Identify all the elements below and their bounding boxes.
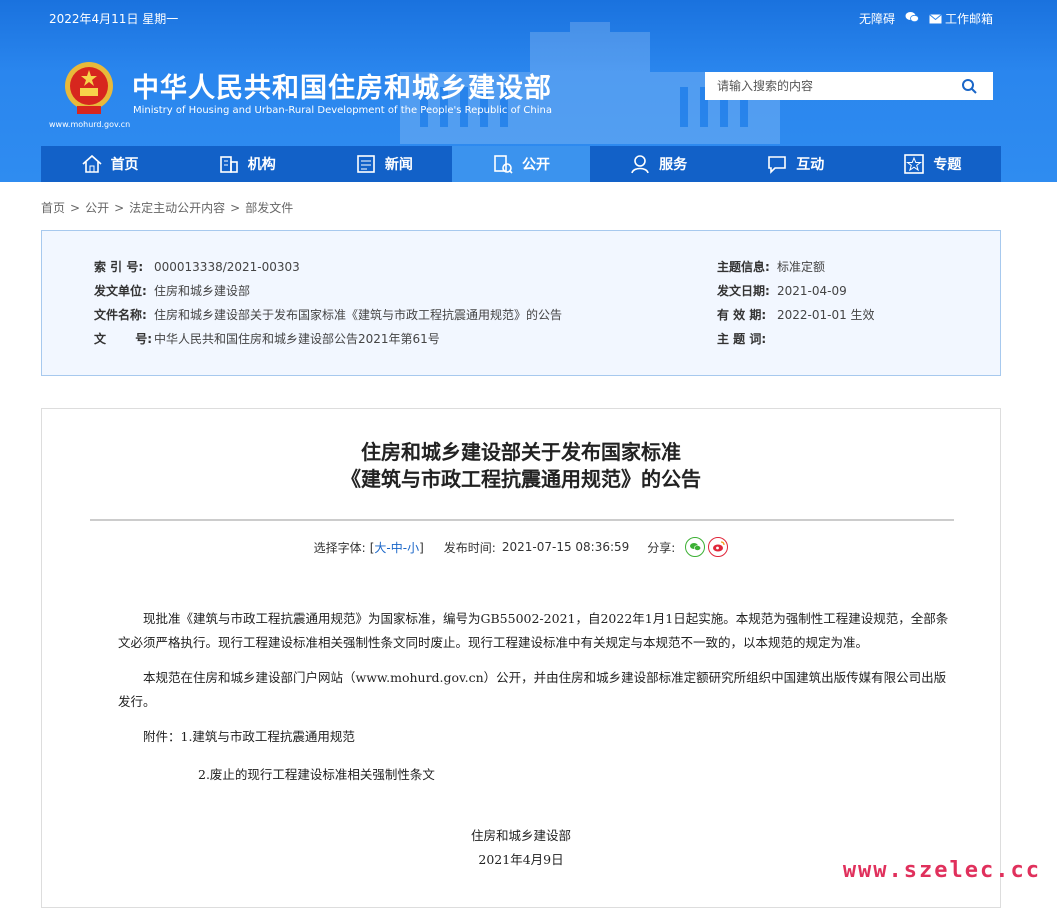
nav-item-public[interactable]: 公开 — [452, 146, 589, 182]
wechat-icon[interactable] — [905, 11, 919, 26]
nav-label: 机构 — [248, 154, 276, 174]
share-label: 分享: — [647, 539, 675, 556]
meta-topic: 主题信息:标准定额 — [717, 258, 825, 275]
search-icon[interactable] — [961, 78, 977, 94]
font-medium-link[interactable]: 中 — [391, 541, 403, 555]
meta-name: 文件名称:住房和城乡建设部关于发布国家标准《建筑与市政工程抗震通用规范》的公告 — [94, 306, 562, 323]
article-title: 住房和城乡建设部关于发布国家标准 《建筑与市政工程抗震通用规范》的公告 — [42, 439, 1000, 493]
mail-label: 工作邮箱 — [945, 10, 993, 27]
watermark: www.szelec.cc — [843, 858, 1041, 883]
meta-topic-value: 标准定额 — [777, 260, 825, 274]
font-small-link[interactable]: 小 — [407, 541, 419, 555]
attachment-item: 2.废止的现行工程建设标准相关强制性条文 — [118, 763, 954, 787]
article-info-bar: 选择字体:[大-中-小] 发布时间: 2021-07-15 08:36:59 分… — [42, 537, 1000, 557]
breadcrumb-home[interactable]: 首页 — [41, 201, 65, 215]
nav-label: 专题 — [933, 154, 961, 174]
breadcrumb-department-docs[interactable]: 部发文件 — [245, 201, 293, 215]
breadcrumb-separator: > — [114, 201, 124, 215]
title-divider — [90, 519, 954, 521]
nav-item-org[interactable]: 机构 — [178, 146, 315, 182]
nav-item-home[interactable]: 首页 — [41, 146, 178, 182]
meta-date-label: 发文日期: — [717, 282, 777, 299]
document-meta-box: 索 引 号:000013338/2021-00303 发文单位:住房和城乡建设部… — [41, 230, 1001, 376]
mail-icon — [929, 14, 942, 24]
chat-icon — [766, 153, 788, 175]
nav-label: 新闻 — [385, 154, 413, 174]
article-title-line2: 《建筑与市政工程抗震通用规范》的公告 — [42, 466, 1000, 493]
meta-date-value: 2021-04-09 — [777, 284, 847, 298]
meta-docnum-value: 中华人民共和国住房和城乡建设部公告2021年第61号 — [154, 332, 440, 346]
font-size-selector: 选择字体:[大-中-小] — [314, 539, 424, 556]
meta-valid-label: 有 效 期: — [717, 306, 777, 323]
meta-index-label: 索 引 号: — [94, 258, 154, 275]
meta-valid-value: 2022-01-01 生效 — [777, 308, 875, 322]
site-title[interactable]: 中华人民共和国住房和城乡建设部 — [132, 66, 552, 105]
signature-org: 住房和城乡建设部 — [42, 825, 1000, 844]
mail-link[interactable]: 工作邮箱 — [929, 10, 993, 27]
meta-name-value: 住房和城乡建设部关于发布国家标准《建筑与市政工程抗震通用规范》的公告 — [154, 308, 562, 322]
nav-label: 公开 — [522, 154, 550, 174]
nav-label: 互动 — [796, 154, 824, 174]
nav-item-service[interactable]: 服务 — [590, 146, 727, 182]
font-size-label: 选择字体: — [314, 541, 366, 555]
search-box — [705, 72, 993, 100]
breadcrumb-public[interactable]: 公开 — [85, 201, 109, 215]
breadcrumb-separator: > — [70, 201, 80, 215]
site-header: 2022年4月11日 星期一 无障碍 工作邮箱 www.mohurd.gov.c… — [0, 0, 1057, 182]
building-icon — [218, 153, 240, 175]
article-body: 现批准《建筑与市政工程抗震通用规范》为国家标准，编号为GB55002-2021，… — [118, 607, 954, 798]
accessibility-link[interactable]: 无障碍 — [859, 10, 895, 27]
nav-item-topic[interactable]: 专题 — [864, 146, 1001, 182]
top-bar: 2022年4月11日 星期一 无障碍 工作邮箱 — [49, 10, 993, 28]
font-large-link[interactable]: 大 — [374, 541, 386, 555]
site-subtitle: Ministry of Housing and Urban-Rural Deve… — [133, 105, 552, 116]
nav-label: 首页 — [111, 154, 139, 174]
meta-docnum-label: 文 号: — [94, 330, 154, 347]
breadcrumb-separator: > — [230, 201, 240, 215]
publish-time-label: 发布时间: — [444, 539, 496, 556]
meta-date: 发文日期:2021-04-09 — [717, 282, 847, 299]
site-url: www.mohurd.gov.cn — [49, 120, 130, 129]
breadcrumb-statutory[interactable]: 法定主动公开内容 — [129, 201, 225, 215]
current-date: 2022年4月11日 星期一 — [49, 10, 178, 27]
meta-keyword: 主 题 词: — [717, 330, 777, 347]
meta-name-label: 文件名称: — [94, 306, 154, 323]
publish-time-value: 2021-07-15 08:36:59 — [502, 540, 629, 554]
meta-keyword-label: 主 题 词: — [717, 330, 777, 347]
font-bracket-close: ] — [419, 541, 424, 555]
main-nav: 首页 机构 新闻 公开 服务 互动 专题 — [41, 146, 1001, 182]
article-title-line1: 住房和城乡建设部关于发布国家标准 — [42, 439, 1000, 466]
nav-item-interact[interactable]: 互动 — [727, 146, 864, 182]
nav-item-news[interactable]: 新闻 — [315, 146, 452, 182]
article-paragraph: 现批准《建筑与市政工程抗震通用规范》为国家标准，编号为GB55002-2021，… — [118, 607, 954, 655]
article-paragraph: 本规范在住房和城乡建设部门户网站（www.mohurd.gov.cn）公开，并由… — [118, 666, 954, 714]
article-container: 住房和城乡建设部关于发布国家标准 《建筑与市政工程抗震通用规范》的公告 选择字体… — [41, 408, 1001, 908]
meta-docnum: 文 号:中华人民共和国住房和城乡建设部公告2021年第61号 — [94, 330, 440, 347]
meta-unit: 发文单位:住房和城乡建设部 — [94, 282, 250, 299]
news-icon — [355, 153, 377, 175]
wechat-share-icon[interactable] — [685, 537, 705, 557]
national-emblem-icon[interactable] — [63, 60, 115, 116]
meta-unit-label: 发文单位: — [94, 282, 154, 299]
home-icon — [81, 153, 103, 175]
attachment-item: 附件：1.建筑与市政工程抗震通用规范 — [118, 725, 954, 749]
meta-index-value: 000013338/2021-00303 — [154, 260, 300, 274]
meta-index: 索 引 号:000013338/2021-00303 — [94, 258, 300, 275]
document-icon — [492, 153, 514, 175]
weibo-share-icon[interactable] — [708, 537, 728, 557]
meta-topic-label: 主题信息: — [717, 258, 777, 275]
breadcrumb: 首页 > 公开 > 法定主动公开内容 > 部发文件 — [41, 199, 293, 216]
service-icon — [629, 153, 651, 175]
nav-label: 服务 — [659, 154, 687, 174]
meta-unit-value: 住房和城乡建设部 — [154, 284, 250, 298]
search-input[interactable] — [717, 73, 957, 99]
meta-valid: 有 效 期:2022-01-01 生效 — [717, 306, 875, 323]
star-icon — [903, 153, 925, 175]
